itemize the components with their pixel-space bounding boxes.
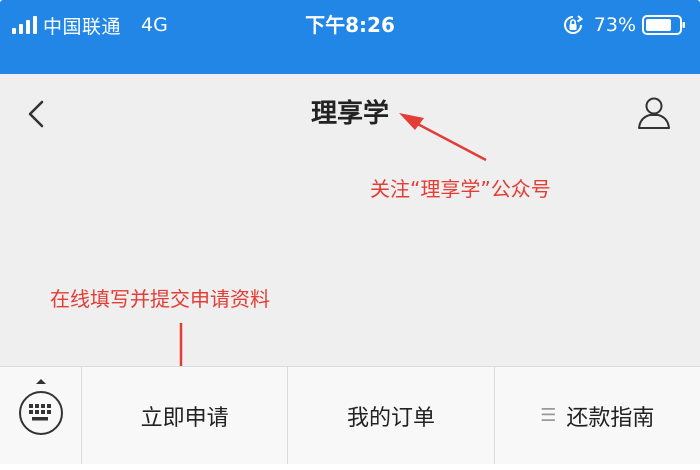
battery-percent: 73% [593,14,636,36]
menu-apply-now[interactable]: 立即申请 [82,367,289,464]
bottom-strip [0,464,700,470]
status-right: 73% [562,12,686,38]
bottom-menu: 立即申请 我的订单 ☰ 还款指南 [0,366,700,464]
rotation-lock-icon [563,15,583,34]
menu-my-orders[interactable]: 我的订单 [288,367,495,464]
menu-repayment-guide[interactable]: ☰ 还款指南 [495,367,700,464]
status-bar: 中国联通 4G 下午8:26 73% [0,0,700,74]
annotation-follow: 关注“理享学”公众号 [370,177,551,201]
navigation-bar: 理享学 [0,74,700,156]
menu-lines-icon: ☰ [540,405,557,426]
user-icon [638,97,670,129]
menu-apply-now-label: 立即申请 [140,405,229,431]
menu-repayment-guide-label: 还款指南 [566,405,655,431]
menu-my-orders-label: 我的订单 [346,405,435,431]
profile-button[interactable] [636,94,672,134]
page-title: 理享学 [310,99,389,129]
keyboard-icon [19,379,63,435]
keyboard-toggle-button[interactable] [0,367,82,464]
annotation-apply: 在线填写并提交申请资料 [50,287,270,311]
phone-screen: 中国联通 4G 下午8:26 73% 理享学 关注“理享学”公众号 在线填写并提… [0,0,700,470]
battery-icon [642,15,685,35]
